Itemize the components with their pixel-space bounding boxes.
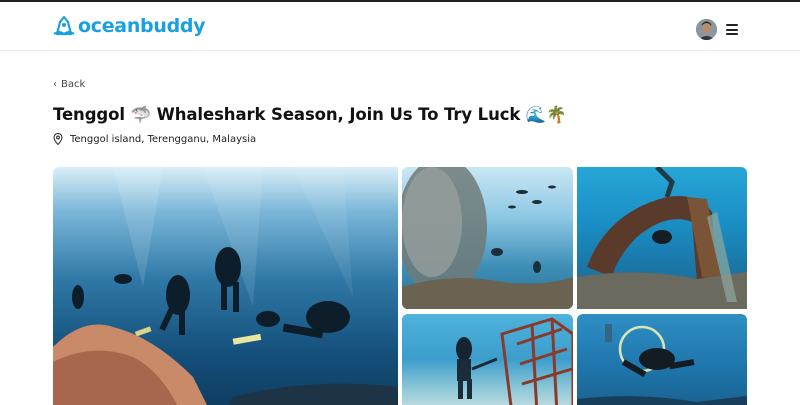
back-link[interactable]: ‹ Back bbox=[53, 79, 85, 90]
user-avatar[interactable] bbox=[696, 19, 717, 40]
gallery-photo-main[interactable] bbox=[53, 167, 398, 405]
trip-location: Tenggol island, Terengganu, Malaysia bbox=[53, 133, 256, 145]
location-pin-icon bbox=[53, 133, 63, 145]
gallery-photo-fish-school[interactable] bbox=[402, 167, 573, 309]
chevron-left-icon: ‹ bbox=[53, 79, 57, 90]
back-label: Back bbox=[61, 79, 86, 90]
fish-school-with-diver-image bbox=[402, 167, 573, 309]
divers-over-coral-reef-image bbox=[53, 167, 398, 405]
gallery-photo-cage-structure[interactable] bbox=[402, 314, 573, 405]
brand-name: oceanbuddy bbox=[78, 15, 206, 37]
photo-gallery bbox=[53, 167, 747, 405]
gallery-photo-diver-hoop[interactable] bbox=[577, 314, 747, 405]
location-text: Tenggol island, Terengganu, Malaysia bbox=[70, 133, 257, 145]
trip-title: Tenggol 🦈 Whaleshark Season, Join Us To … bbox=[53, 105, 567, 124]
boat-logo-icon bbox=[53, 16, 75, 36]
gallery-photo-shipwreck[interactable] bbox=[577, 167, 747, 309]
diver-near-cage-structure-image bbox=[456, 317, 573, 405]
brand-logo[interactable]: oceanbuddy bbox=[53, 15, 206, 37]
diver-through-hoop-image bbox=[577, 324, 747, 405]
hamburger-menu-icon[interactable] bbox=[726, 24, 738, 35]
top-navbar: oceanbuddy bbox=[0, 2, 800, 51]
avatar-photo bbox=[696, 19, 717, 40]
shipwreck-diver-image bbox=[577, 167, 747, 309]
